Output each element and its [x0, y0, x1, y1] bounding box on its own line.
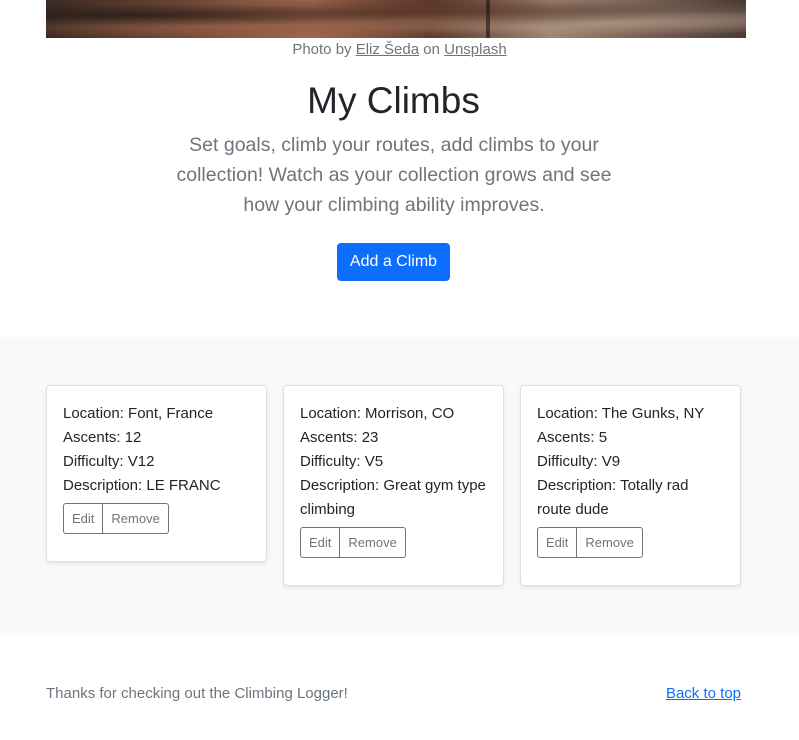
add-climb-button[interactable]: Add a Climb [337, 243, 450, 281]
climb-difficulty: Difficulty: V9 [537, 453, 621, 470]
card-actions: Edit Remove [63, 503, 169, 534]
climb-location: Location: Morrison, CO [300, 405, 455, 422]
climb-difficulty: Difficulty: V12 [63, 453, 155, 470]
footer-thanks: Thanks for checking out the Climbing Log… [46, 685, 348, 702]
card-actions: Edit Remove [300, 527, 406, 558]
climb-card: Location: Morrison, CO Ascents: 23 Diffi… [283, 385, 504, 586]
credit-middle: on [423, 41, 440, 58]
photographer-link[interactable]: Eliz Šeda [356, 41, 419, 58]
climb-description: Description: Totally rad route dude [537, 477, 689, 518]
climb-location: Location: Font, France [63, 405, 214, 422]
credit-prefix: Photo by [292, 41, 352, 58]
climb-card: Location: The Gunks, NY Ascents: 5 Diffi… [520, 385, 741, 586]
climb-description: Description: Great gym type climbing [300, 477, 486, 518]
edit-button[interactable]: Edit [63, 503, 104, 534]
lead-text: Set goals, climb your routes, add climbs… [176, 134, 612, 216]
climb-description: Description: LE FRANC [63, 477, 221, 494]
climb-card: Location: Font, France Ascents: 12 Diffi… [46, 385, 267, 562]
climb-location: Location: The Gunks, NY [537, 405, 705, 422]
unsplash-link[interactable]: Unsplash [444, 41, 507, 58]
climb-difficulty: Difficulty: V5 [300, 453, 384, 470]
photo-credit: Photo by Eliz Šeda on Unsplash [0, 40, 799, 60]
page-title: My Climbs [307, 80, 480, 121]
remove-button[interactable]: Remove [576, 527, 643, 558]
hero-photo [46, 0, 746, 38]
climb-ascents: Ascents: 23 [300, 429, 379, 446]
edit-button[interactable]: Edit [537, 527, 578, 558]
card-actions: Edit Remove [537, 527, 643, 558]
climbs-album: Location: Font, France Ascents: 12 Diffi… [0, 337, 799, 633]
climb-ascents: Ascents: 5 [537, 429, 608, 446]
climb-ascents: Ascents: 12 [63, 429, 142, 446]
back-to-top-link[interactable]: Back to top [666, 684, 741, 704]
remove-button[interactable]: Remove [339, 527, 406, 558]
remove-button[interactable]: Remove [102, 503, 169, 534]
edit-button[interactable]: Edit [300, 527, 341, 558]
